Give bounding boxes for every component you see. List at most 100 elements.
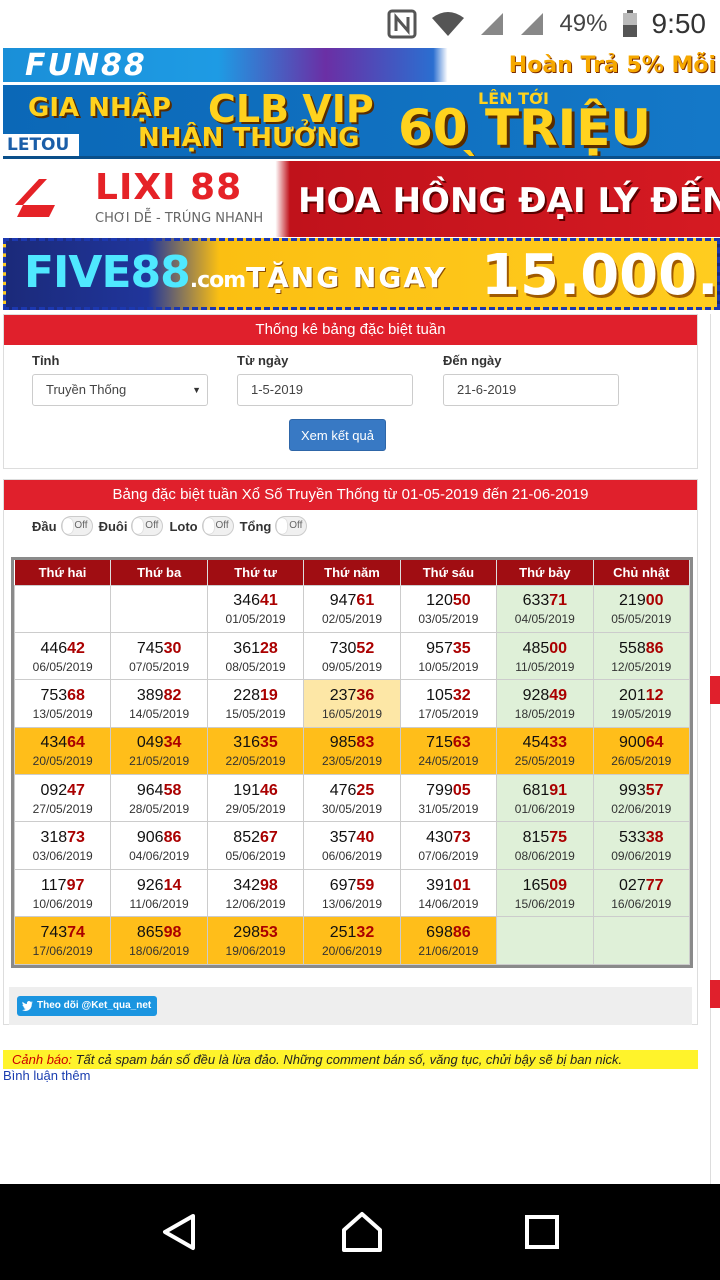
- home-icon[interactable]: [340, 1210, 384, 1254]
- result-cell: 34298 12/06/2019: [206, 868, 305, 918]
- sidebar-sliver: [710, 314, 720, 674]
- column-header: Thứ năm: [303, 560, 401, 585]
- result-number-suffix: 32: [452, 686, 471, 704]
- from-date-input[interactable]: 1-5-2019: [237, 374, 413, 406]
- result-number: 10532: [401, 686, 496, 705]
- result-number: 63371: [497, 591, 592, 610]
- result-date: 03/06/2019: [32, 849, 93, 864]
- result-date: 11/05/2019: [515, 659, 575, 674]
- result-number-prefix: 105: [426, 686, 453, 704]
- result-number: 39101: [401, 876, 496, 895]
- result-number: 29853: [208, 923, 303, 942]
- banner-five88-tang: TẶNG NGAY: [246, 261, 447, 294]
- result-number-suffix: 86: [163, 829, 182, 847]
- result-number-suffix: 63: [452, 734, 471, 752]
- result-number-suffix: 14: [163, 876, 182, 894]
- result-number: 31635: [208, 733, 303, 752]
- sidebar-sliver-header: [710, 676, 720, 704]
- banner-fun88[interactable]: FUN88 Hoàn Trả 5% Mỗi: [3, 48, 720, 82]
- toggle-switch[interactable]: Off: [275, 516, 308, 536]
- more-comments-link[interactable]: Bình luận thêm: [3, 1068, 90, 1083]
- result-number: 74374: [15, 923, 110, 942]
- result-date: 19/06/2019: [225, 943, 286, 958]
- table-row: 74374 17/06/2019 86598 18/06/2019 29853 19/06…: [13, 916, 691, 965]
- result-number-prefix: 698: [426, 923, 453, 941]
- web-page: FUN88 Hoàn Trả 5% Mỗi GIA NHẬP CLB VIP N…: [0, 48, 720, 1184]
- table-row: 34641 01/05/2019 94761 02/05/2019 12050 03/05…: [13, 584, 691, 633]
- result-number-prefix: 697: [329, 876, 357, 894]
- result-number-prefix: 201: [619, 686, 646, 704]
- twitter-follow-button[interactable]: Theo dõi @Ket_qua_net: [17, 996, 158, 1016]
- result-date: 16/06/2019: [611, 896, 672, 911]
- result-number: 34641: [208, 591, 303, 610]
- result-date: 13/06/2019: [321, 896, 382, 911]
- banner-letou[interactable]: GIA NHẬP CLB VIP NHẬN THƯỞNG 60 TRIỆU ĐỒ…: [3, 85, 720, 159]
- result-number-suffix: 83: [356, 734, 375, 752]
- result-number: 43464: [15, 733, 110, 752]
- result-number-suffix: 01: [452, 876, 471, 894]
- result-cell: 36128 08/05/2019: [206, 631, 305, 681]
- sidebar-sliver-2: [710, 704, 720, 980]
- result-date: 02/05/2019: [321, 612, 382, 627]
- toggle-switch[interactable]: Off: [201, 516, 234, 536]
- result-date: 12/05/2019: [611, 659, 672, 674]
- submit-button[interactable]: Xem kết quả: [289, 419, 386, 451]
- result-number-prefix: 316: [233, 734, 260, 752]
- result-number-prefix: 993: [619, 781, 646, 799]
- result-number-suffix: 38: [645, 829, 664, 847]
- result-cell: 04934 21/05/2019: [110, 726, 208, 776]
- banner-lixi88[interactable]: LIXI 88 CHƠI DỄ - TRÚNG NHANH HOA HỒNG Đ…: [3, 161, 720, 237]
- twitter-follow-label: Theo dõi @Ket_qua_net: [37, 1000, 152, 1011]
- spam-warning-text: Tất cả spam bán số đều là lừa đảo. Những…: [72, 1052, 623, 1067]
- result-number-suffix: 74: [67, 923, 85, 941]
- result-cell: 12050 03/05/2019: [399, 584, 498, 633]
- result-number-suffix: 00: [549, 639, 568, 657]
- result-date: 18/06/2019: [129, 943, 190, 958]
- province-select[interactable]: Truyền Thống ▼: [32, 374, 208, 406]
- result-number: 69886: [401, 923, 496, 942]
- filter-panel-title: Thống kê bảng đặc biệt tuần: [4, 315, 697, 345]
- toggle-switch[interactable]: Off: [60, 516, 93, 536]
- result-cell: 47625 30/05/2019: [303, 774, 401, 823]
- result-cell: 99357 02/06/2019: [592, 774, 691, 823]
- result-cell: 09247 27/05/2019: [13, 774, 112, 823]
- result-number: 99357: [594, 781, 689, 800]
- result-number-prefix: 799: [426, 781, 453, 799]
- banner-fun88-brand: FUN88: [25, 48, 147, 82]
- banner-lixi88-headline: HOA HỒNG ĐẠI LÝ ĐẾN: [298, 181, 720, 221]
- result-number: 31873: [15, 828, 110, 847]
- province-select-value: Truyền Thống: [46, 382, 127, 397]
- banner-lixi88-brand: LIXI 88: [95, 167, 243, 208]
- toggle-label: Đầu: [32, 518, 57, 534]
- result-cell: 69759 13/06/2019: [303, 868, 401, 918]
- back-icon[interactable]: [160, 1212, 200, 1252]
- nfc-icon: [387, 9, 417, 39]
- column-header: Thứ ba: [110, 560, 208, 585]
- result-number-prefix: 947: [329, 592, 357, 610]
- result-number-prefix: 985: [329, 734, 357, 752]
- result-number-suffix: 77: [645, 876, 664, 894]
- result-number-suffix: 50: [452, 592, 471, 610]
- result-date: 09/05/2019: [321, 659, 382, 674]
- result-number-prefix: 165: [522, 876, 550, 894]
- to-date-input[interactable]: 21-6-2019: [443, 374, 619, 406]
- result-number-prefix: 558: [619, 639, 646, 657]
- result-cell: [13, 584, 112, 633]
- result-number-suffix: 28: [260, 639, 278, 657]
- result-number-prefix: 092: [40, 781, 68, 799]
- result-number-prefix: 120: [426, 592, 453, 610]
- result-number: 47625: [304, 781, 399, 800]
- result-date: 04/05/2019: [514, 612, 575, 627]
- five88-name: FIVE88: [24, 247, 191, 298]
- result-number-prefix: 117: [41, 876, 67, 894]
- toggle-switch[interactable]: Off: [131, 516, 164, 536]
- result-number-suffix: 49: [549, 686, 568, 704]
- result-number: 43073: [401, 828, 496, 847]
- result-number-suffix: 32: [356, 923, 375, 941]
- result-date: 06/05/2019: [32, 659, 93, 674]
- recents-icon[interactable]: [524, 1214, 560, 1250]
- toggle-label: Tổng: [239, 518, 272, 534]
- result-cell: 20112 19/05/2019: [592, 679, 691, 728]
- result-number-prefix: 865: [136, 923, 164, 941]
- banner-five88[interactable]: FIVE88.com TẶNG NGAY 15.000.000: [3, 238, 720, 310]
